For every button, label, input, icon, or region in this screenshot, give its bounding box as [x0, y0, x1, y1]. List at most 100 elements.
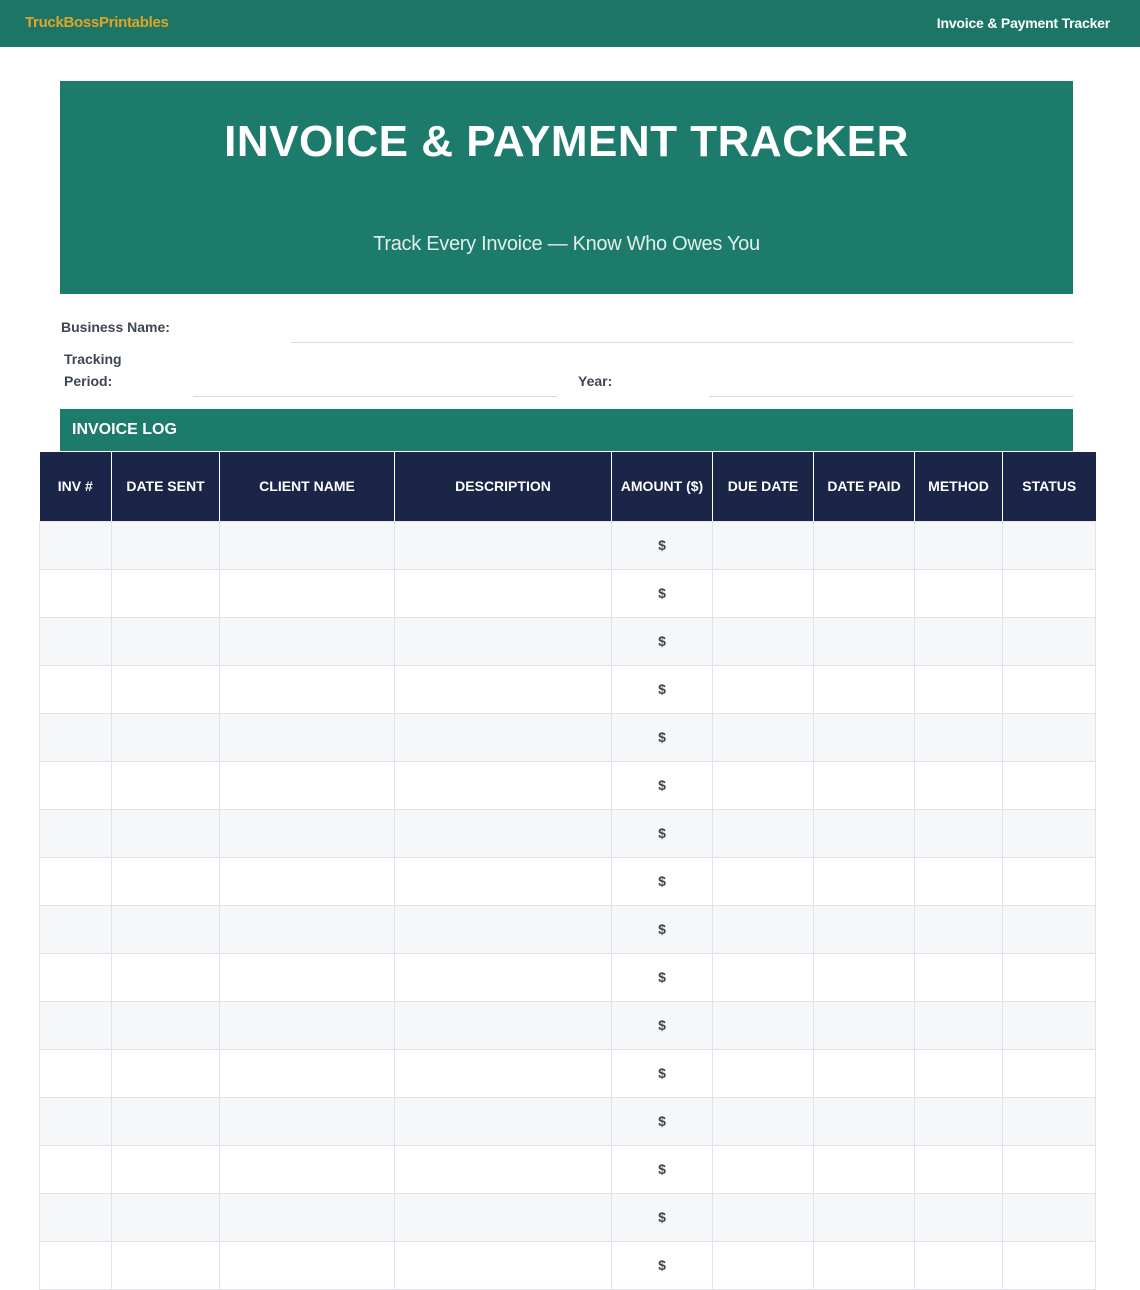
table-cell[interactable]: [219, 760, 395, 810]
table-cell[interactable]: [111, 856, 220, 906]
brand-name[interactable]: TruckBossPrintables: [25, 14, 169, 31]
table-cell[interactable]: [39, 1192, 112, 1242]
table-cell[interactable]: [219, 856, 395, 906]
business-name-field[interactable]: [291, 342, 1073, 343]
table-cell[interactable]: [111, 904, 220, 954]
table-cell[interactable]: [1002, 1000, 1096, 1050]
table-cell[interactable]: $: [611, 904, 713, 954]
table-cell[interactable]: [39, 1000, 112, 1050]
table-cell[interactable]: [813, 856, 915, 906]
table-cell[interactable]: [394, 1096, 612, 1146]
table-cell[interactable]: $: [611, 1096, 713, 1146]
table-cell[interactable]: [39, 904, 112, 954]
table-cell[interactable]: $: [611, 568, 713, 618]
table-cell[interactable]: [813, 664, 915, 714]
table-cell[interactable]: [914, 568, 1003, 618]
table-cell[interactable]: [712, 520, 814, 570]
table-cell[interactable]: [712, 760, 814, 810]
table-cell[interactable]: [813, 616, 915, 666]
table-cell[interactable]: [914, 1144, 1003, 1194]
table-cell[interactable]: [219, 904, 395, 954]
table-cell[interactable]: [39, 760, 112, 810]
table-cell[interactable]: [712, 1192, 814, 1242]
table-cell[interactable]: [914, 520, 1003, 570]
table-cell[interactable]: [712, 1096, 814, 1146]
table-cell[interactable]: [712, 1144, 814, 1194]
table-cell[interactable]: $: [611, 760, 713, 810]
table-cell[interactable]: [914, 856, 1003, 906]
table-cell[interactable]: [1002, 1192, 1096, 1242]
table-cell[interactable]: $: [611, 1240, 713, 1290]
table-cell[interactable]: [111, 1192, 220, 1242]
table-cell[interactable]: [219, 520, 395, 570]
tracking-period-field[interactable]: [193, 396, 557, 397]
table-cell[interactable]: [914, 808, 1003, 858]
table-cell[interactable]: [712, 568, 814, 618]
table-cell[interactable]: [1002, 1096, 1096, 1146]
table-cell[interactable]: [1002, 520, 1096, 570]
table-cell[interactable]: [712, 1240, 814, 1290]
table-cell[interactable]: [394, 664, 612, 714]
table-cell[interactable]: [813, 1240, 915, 1290]
table-cell[interactable]: [39, 1096, 112, 1146]
table-cell[interactable]: [914, 616, 1003, 666]
table-cell[interactable]: [1002, 1048, 1096, 1098]
table-cell[interactable]: [813, 1096, 915, 1146]
table-cell[interactable]: [111, 808, 220, 858]
table-cell[interactable]: [1002, 952, 1096, 1002]
table-cell[interactable]: [1002, 664, 1096, 714]
table-cell[interactable]: [813, 1048, 915, 1098]
table-cell[interactable]: [39, 1240, 112, 1290]
table-cell[interactable]: [394, 1000, 612, 1050]
table-cell[interactable]: [712, 664, 814, 714]
table-cell[interactable]: $: [611, 1144, 713, 1194]
table-cell[interactable]: [111, 1144, 220, 1194]
table-cell[interactable]: [219, 808, 395, 858]
table-cell[interactable]: [813, 520, 915, 570]
table-cell[interactable]: [111, 1240, 220, 1290]
table-cell[interactable]: [1002, 808, 1096, 858]
table-cell[interactable]: [111, 1048, 220, 1098]
table-cell[interactable]: [1002, 1144, 1096, 1194]
table-cell[interactable]: [1002, 1240, 1096, 1290]
table-cell[interactable]: [219, 952, 395, 1002]
table-cell[interactable]: [111, 616, 220, 666]
table-cell[interactable]: [394, 568, 612, 618]
table-cell[interactable]: [219, 1048, 395, 1098]
table-cell[interactable]: [39, 712, 112, 762]
table-cell[interactable]: [914, 904, 1003, 954]
table-cell[interactable]: [914, 1240, 1003, 1290]
table-cell[interactable]: [39, 568, 112, 618]
table-cell[interactable]: [39, 520, 112, 570]
table-cell[interactable]: [39, 616, 112, 666]
table-cell[interactable]: [394, 712, 612, 762]
table-cell[interactable]: [394, 520, 612, 570]
table-cell[interactable]: [394, 760, 612, 810]
table-cell[interactable]: [914, 760, 1003, 810]
table-cell[interactable]: [39, 952, 112, 1002]
table-cell[interactable]: [914, 1096, 1003, 1146]
table-cell[interactable]: [394, 1048, 612, 1098]
table-cell[interactable]: [39, 1144, 112, 1194]
table-cell[interactable]: [914, 1048, 1003, 1098]
table-cell[interactable]: [394, 952, 612, 1002]
table-cell[interactable]: [712, 856, 814, 906]
table-cell[interactable]: [813, 568, 915, 618]
table-cell[interactable]: [39, 856, 112, 906]
table-cell[interactable]: [712, 712, 814, 762]
table-cell[interactable]: [111, 952, 220, 1002]
table-cell[interactable]: $: [611, 712, 713, 762]
table-cell[interactable]: [394, 1240, 612, 1290]
table-cell[interactable]: $: [611, 952, 713, 1002]
table-cell[interactable]: [219, 712, 395, 762]
table-cell[interactable]: [39, 664, 112, 714]
table-cell[interactable]: [1002, 712, 1096, 762]
table-cell[interactable]: [394, 1144, 612, 1194]
table-cell[interactable]: [394, 616, 612, 666]
table-cell[interactable]: $: [611, 1192, 713, 1242]
table-cell[interactable]: [712, 616, 814, 666]
table-cell[interactable]: [1002, 616, 1096, 666]
table-cell[interactable]: [394, 1192, 612, 1242]
table-cell[interactable]: [1002, 760, 1096, 810]
table-cell[interactable]: [914, 1000, 1003, 1050]
